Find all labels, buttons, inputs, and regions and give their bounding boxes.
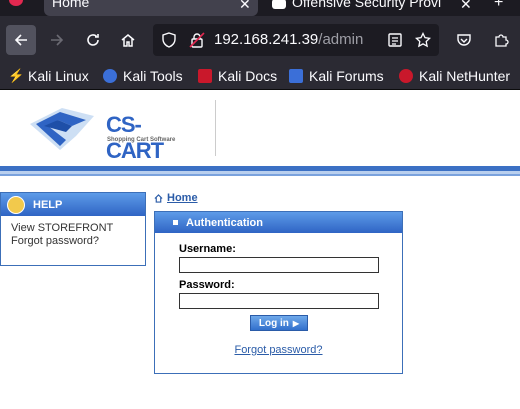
pocket-icon: [457, 34, 471, 46]
forward-button[interactable]: [42, 25, 72, 55]
bullet-icon: [173, 220, 178, 225]
firefox-icon: [9, 0, 23, 6]
bookmark-label: Kali Linux: [28, 68, 89, 84]
password-input[interactable]: [179, 293, 379, 309]
kali-forums-icon: [289, 69, 303, 83]
breadcrumb: Home: [154, 192, 198, 204]
header-divider: [215, 100, 216, 156]
page-content: CS-CART Shopping Cart Software HELP View…: [0, 90, 520, 409]
bookmark-kali-tools[interactable]: Kali Tools: [103, 67, 183, 85]
username-label: Username:: [179, 243, 236, 255]
url-host: 192.168.241.39: [214, 31, 319, 48]
help-title: HELP: [33, 198, 63, 211]
shield-icon: [162, 32, 176, 48]
bookmark-label: Kali Docs: [218, 68, 278, 84]
help-body: View STOREFRONT Forgot password?: [1, 216, 145, 254]
url-bar[interactable]: 192.168.241.39/admin: [153, 24, 439, 56]
authentication-panel: Authentication Username: Password: Log i…: [154, 211, 403, 374]
tab-label: Offensive Security Provi: [292, 0, 442, 10]
logo-mark-icon: [30, 108, 94, 150]
kali-tools-icon: [103, 69, 117, 83]
tab-favicon-icon: [272, 0, 286, 9]
login-button[interactable]: Log in ▶: [250, 315, 308, 331]
kali-icon: ⚡: [8, 68, 25, 83]
authentication-title: Authentication: [186, 216, 263, 229]
puzzle-icon: [495, 34, 509, 47]
tab-label: Home: [52, 0, 90, 10]
authentication-header: Authentication: [155, 212, 402, 233]
header: CS-CART Shopping Cart Software: [0, 90, 520, 163]
logo-tagline: Shopping Cart Software: [107, 137, 176, 143]
login-button-label: Log in: [258, 317, 289, 329]
arrow-right-icon: [51, 34, 64, 46]
bookmark-kali-nethunter[interactable]: Kali NetHunter: [399, 67, 510, 85]
bookmarks-toolbar: ⚡ Kali Linux Kali Tools Kali Docs Kali F…: [0, 63, 520, 90]
extensions-button[interactable]: [486, 25, 516, 55]
tab-home[interactable]: Home ✕: [44, 0, 258, 16]
bookmark-kali-forums[interactable]: Kali Forums: [289, 67, 384, 85]
close-icon[interactable]: ✕: [239, 0, 251, 13]
tab-bar: Home ✕ Offensive Security Provi ✕ +: [0, 0, 520, 16]
kali-nethunter-icon: [399, 69, 413, 83]
kali-docs-icon: [198, 69, 212, 83]
bookmark-kali-docs[interactable]: Kali Docs: [198, 67, 277, 85]
help-panel: HELP View STOREFRONT Forgot password?: [0, 192, 146, 266]
cs-cart-logo[interactable]: CS-CART Shopping Cart Software: [26, 106, 186, 163]
reload-button[interactable]: [78, 25, 108, 55]
reload-icon: [87, 34, 99, 46]
home-icon: [154, 193, 163, 203]
bookmark-label: Kali NetHunter: [419, 68, 511, 84]
close-icon[interactable]: ✕: [460, 0, 472, 13]
bookmark-label: Kali Forums: [309, 68, 384, 84]
breadcrumb-home-link[interactable]: Home: [167, 192, 198, 204]
home-button[interactable]: [113, 25, 143, 55]
reader-view-icon[interactable]: [387, 32, 403, 48]
back-button[interactable]: [6, 25, 36, 55]
arrow-left-icon: [14, 34, 27, 46]
new-tab-icon[interactable]: +: [494, 0, 503, 12]
bookmark-star-icon[interactable]: [415, 32, 431, 48]
url-text: 192.168.241.39/admin: [214, 31, 363, 48]
home-icon: [121, 34, 135, 47]
help-header: HELP: [1, 193, 145, 216]
tab-offsec[interactable]: Offensive Security Provi ✕: [264, 0, 474, 16]
triangle-right-icon: ▶: [292, 318, 300, 328]
pocket-button[interactable]: [449, 25, 479, 55]
forgot-password-link[interactable]: Forgot password?: [155, 344, 402, 356]
help-face-icon: [7, 195, 25, 214]
insecure-lock-icon[interactable]: [189, 32, 205, 48]
username-input[interactable]: [179, 257, 379, 273]
bookmark-kali-linux[interactable]: ⚡ Kali Linux: [8, 67, 89, 85]
password-label: Password:: [179, 279, 235, 291]
url-path: /admin: [318, 31, 364, 48]
view-storefront-link[interactable]: View STOREFRONT: [11, 222, 135, 235]
help-forgot-password-link[interactable]: Forgot password?: [11, 235, 135, 248]
nav-bar: 192.168.241.39/admin: [0, 16, 520, 63]
bookmark-label: Kali Tools: [123, 68, 183, 84]
header-stripe-bottom: [0, 174, 520, 176]
